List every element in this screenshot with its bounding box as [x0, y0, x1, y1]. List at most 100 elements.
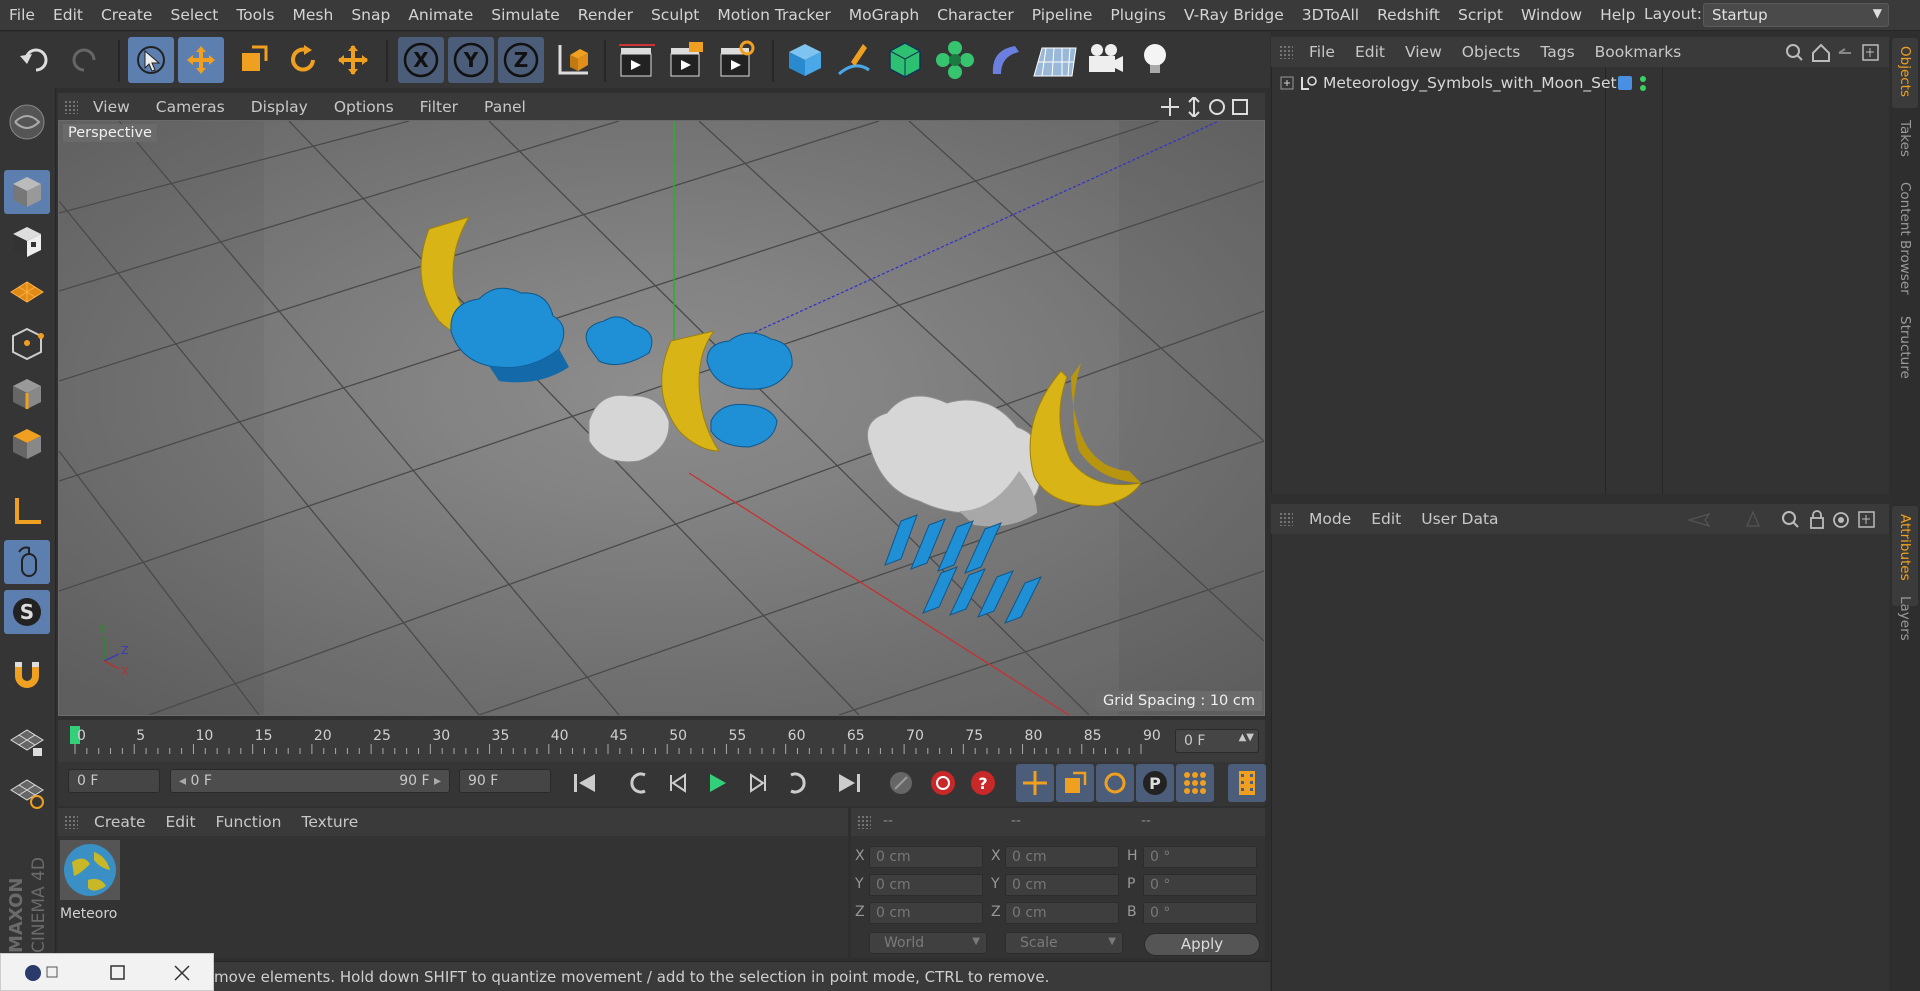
rotation-b-field[interactable]: 0 °	[1143, 902, 1257, 924]
coordinate-mode-select[interactable]: World ▼	[869, 932, 987, 954]
next-key-button[interactable]	[778, 764, 816, 802]
camera-label[interactable]: Perspective	[63, 124, 157, 142]
timeline-ruler[interactable]: 0 5 10 15 20 25 30 35 40 45 50 55 60 65 70 75 80 85 90 0 F…	[58, 720, 1265, 762]
locked-workplane-button[interactable]	[4, 720, 50, 764]
material-swatch[interactable]: Meteoro	[60, 840, 120, 924]
tweak-mode-button[interactable]	[4, 540, 50, 584]
workplane-mode-button[interactable]	[4, 270, 50, 314]
pan-view-icon[interactable]	[1161, 98, 1179, 116]
previous-frame-button[interactable]	[660, 764, 698, 802]
light-button[interactable]	[1132, 37, 1178, 83]
viewport-menu-cameras[interactable]: Cameras	[143, 98, 238, 116]
viewport-menu-view[interactable]: View	[80, 98, 143, 116]
undo-button[interactable]	[12, 37, 58, 83]
x-axis-button[interactable]: X	[398, 37, 444, 83]
current-frame-field[interactable]: 0 F ▲▼	[1175, 729, 1259, 753]
back-arrow-icon[interactable]	[1686, 512, 1711, 528]
previous-key-button[interactable]	[620, 764, 658, 802]
tab-structure[interactable]: Structure	[1892, 308, 1918, 408]
play-forward-button[interactable]	[698, 764, 736, 802]
layer-color-swatch[interactable]	[1618, 76, 1632, 90]
panel-grip-icon[interactable]	[1279, 512, 1293, 526]
menu-character[interactable]: Character	[928, 6, 1023, 24]
object-name[interactable]: Meteorology_Symbols_with_Moon_Set	[1323, 74, 1617, 92]
objects-menu-tags[interactable]: Tags	[1530, 43, 1584, 61]
viewport-menu-filter[interactable]: Filter	[407, 98, 471, 116]
attributes-menu-mode[interactable]: Mode	[1299, 510, 1361, 528]
menu-redshift[interactable]: Redshift	[1368, 6, 1449, 24]
snap-settings-button[interactable]: S	[4, 590, 50, 634]
zoom-view-icon[interactable]	[1188, 97, 1200, 117]
position-x-field[interactable]: 0 cm	[869, 846, 983, 868]
menu-sculpt[interactable]: Sculpt	[642, 6, 708, 24]
floor-button[interactable]	[1032, 37, 1078, 83]
render-view-button[interactable]	[614, 37, 660, 83]
menu-render[interactable]: Render	[569, 6, 642, 24]
menu-select[interactable]: Select	[161, 6, 227, 24]
menu-3dtoall[interactable]: 3DToAll	[1293, 6, 1368, 24]
panel-grip-icon[interactable]	[857, 815, 871, 829]
attributes-menu-user-data[interactable]: User Data	[1411, 510, 1508, 528]
home-icon[interactable]	[1812, 43, 1830, 62]
polygons-mode-button[interactable]	[4, 422, 50, 466]
objects-menu-file[interactable]: File	[1299, 43, 1345, 61]
camera-button[interactable]	[1082, 37, 1128, 83]
panel-grip-icon[interactable]	[1279, 45, 1293, 59]
objects-menu-bookmarks[interactable]: Bookmarks	[1585, 43, 1692, 61]
lock-icon[interactable]	[1810, 510, 1824, 529]
menu-help[interactable]: Help	[1591, 6, 1644, 24]
live-selection-button[interactable]	[128, 37, 174, 83]
objects-menu-objects[interactable]: Objects	[1452, 43, 1531, 61]
end-frame-field[interactable]: 90 F	[459, 769, 551, 793]
coordinate-system-button[interactable]	[550, 37, 596, 83]
perspective-viewport[interactable]: Y Z X Perspective Grid Spacing : 10 cm	[58, 120, 1265, 716]
menu-motion-tracker[interactable]: Motion Tracker	[708, 6, 839, 24]
edges-mode-button[interactable]	[4, 372, 50, 416]
pen-spline-button[interactable]	[832, 37, 878, 83]
timeline-window-button[interactable]	[1228, 764, 1266, 802]
move-tool-button[interactable]	[178, 37, 224, 83]
menu-create[interactable]: Create	[92, 6, 162, 24]
menu-edit[interactable]: Edit	[44, 6, 92, 24]
menu-script[interactable]: Script	[1449, 6, 1512, 24]
expand-plus-icon[interactable]	[1280, 76, 1294, 90]
menu-pipeline[interactable]: Pipeline	[1023, 6, 1102, 24]
search-icon[interactable]	[1782, 511, 1799, 528]
objects-menu-edit[interactable]: Edit	[1345, 43, 1395, 61]
material-menu-edit[interactable]: Edit	[156, 813, 206, 831]
axis-mode-button[interactable]	[4, 490, 50, 534]
menu-plugins[interactable]: Plugins	[1101, 6, 1175, 24]
rotation-p-field[interactable]: 0 °	[1143, 874, 1257, 896]
texture-mode-button[interactable]	[4, 220, 50, 264]
menu-tools[interactable]: Tools	[227, 6, 283, 24]
menu-window[interactable]: Window	[1512, 6, 1591, 24]
layout-select[interactable]: Startup ▼	[1703, 3, 1889, 27]
panel-grip-icon[interactable]	[64, 99, 78, 114]
material-menu-function[interactable]: Function	[206, 813, 292, 831]
z-axis-button[interactable]: Z	[498, 37, 544, 83]
frame-range-slider[interactable]: ◂ 0 F 90 F ▸	[170, 769, 450, 793]
position-y-field[interactable]: 0 cm	[869, 874, 983, 896]
material-menu-texture[interactable]: Texture	[291, 813, 368, 831]
size-mode-select[interactable]: Scale ▼	[1005, 932, 1123, 954]
planar-workplane-button[interactable]	[4, 770, 50, 814]
visibility-dots-icon[interactable]	[1638, 74, 1648, 94]
tab-objects[interactable]: Objects	[1892, 38, 1918, 108]
rotate-tool-button[interactable]	[280, 37, 326, 83]
subdivision-surface-button[interactable]	[882, 37, 928, 83]
key-scale-button[interactable]	[1056, 764, 1094, 802]
menu-mesh[interactable]: Mesh	[284, 6, 343, 24]
material-menu-create[interactable]: Create	[84, 813, 156, 831]
render-settings-button[interactable]	[714, 37, 760, 83]
key-rotation-button[interactable]	[1096, 764, 1134, 802]
points-mode-button[interactable]	[4, 322, 50, 366]
rotate-view-icon[interactable]	[1209, 99, 1225, 115]
objects-menu-view[interactable]: View	[1395, 43, 1452, 61]
key-position-button[interactable]	[1016, 764, 1054, 802]
start-frame-field[interactable]: 0 F	[68, 769, 160, 793]
go-to-end-button[interactable]	[830, 764, 868, 802]
key-parameter-button[interactable]: P	[1136, 764, 1174, 802]
tab-content-browser[interactable]: Content Browser	[1892, 174, 1918, 324]
go-to-start-button[interactable]	[566, 764, 604, 802]
y-axis-button[interactable]: Y	[448, 37, 494, 83]
